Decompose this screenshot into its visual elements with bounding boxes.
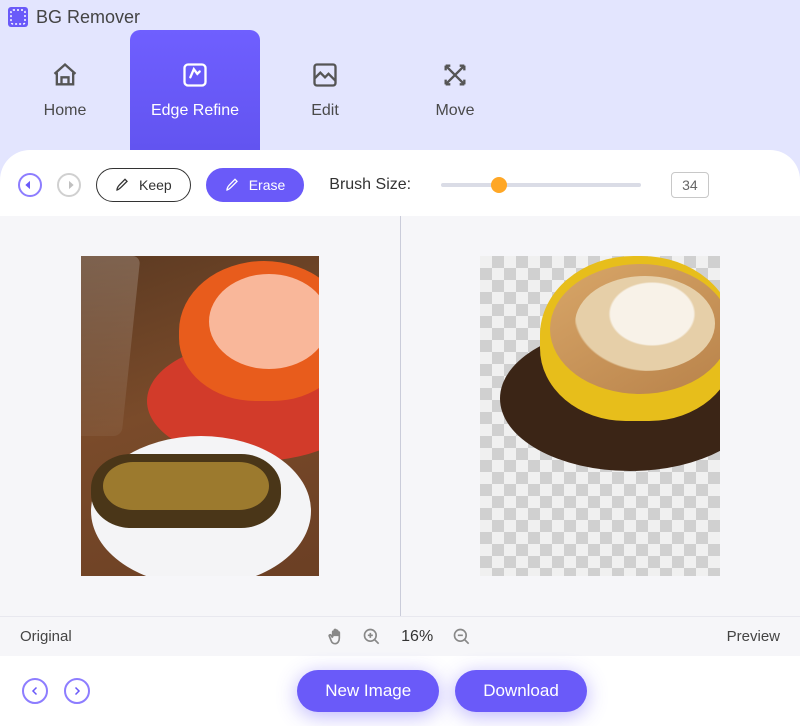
hand-tool-icon[interactable]: [325, 626, 347, 648]
slider-thumb[interactable]: [491, 177, 507, 193]
tab-label: Home: [44, 102, 87, 120]
main-tabs: Home Edge Refine Edit Move: [0, 30, 800, 150]
nav-next-button[interactable]: [64, 678, 90, 704]
original-panel[interactable]: [0, 216, 401, 616]
footer-bar: New Image Download: [0, 656, 800, 726]
image-panels: [0, 216, 800, 616]
viewer-status-bar: Original 16% Preview: [0, 616, 800, 656]
zoom-level: 16%: [401, 628, 433, 646]
move-icon: [440, 60, 470, 90]
keep-button[interactable]: Keep: [96, 168, 191, 202]
brush-keep-icon: [115, 176, 131, 195]
app-title: BG Remover: [36, 7, 140, 28]
redo-button[interactable]: [57, 173, 81, 197]
tab-edge-refine[interactable]: Edge Refine: [130, 30, 260, 150]
home-icon: [50, 60, 80, 90]
title-bar: BG Remover: [0, 0, 800, 30]
preview-label: Preview: [727, 628, 780, 645]
original-label: Original: [20, 628, 72, 645]
new-image-button[interactable]: New Image: [297, 670, 439, 712]
zoom-out-icon[interactable]: [451, 626, 473, 648]
erase-button[interactable]: Erase: [206, 168, 305, 202]
tab-move[interactable]: Move: [390, 30, 520, 150]
tab-label: Move: [435, 102, 474, 120]
brush-erase-icon: [225, 176, 241, 195]
brush-size-slider[interactable]: [441, 183, 641, 187]
tab-home[interactable]: Home: [0, 30, 130, 150]
undo-button[interactable]: [18, 173, 42, 197]
zoom-in-icon[interactable]: [361, 626, 383, 648]
edit-icon: [310, 60, 340, 90]
edge-refine-icon: [180, 60, 210, 90]
brush-size-label: Brush Size:: [329, 176, 411, 194]
nav-prev-button[interactable]: [22, 678, 48, 704]
tab-label: Edit: [311, 102, 339, 120]
app-logo-icon: [8, 7, 28, 27]
download-button[interactable]: Download: [455, 670, 587, 712]
erase-label: Erase: [249, 177, 286, 193]
keep-label: Keep: [139, 177, 172, 193]
preview-image: [480, 256, 720, 576]
tab-edit[interactable]: Edit: [260, 30, 390, 150]
tab-label: Edge Refine: [151, 102, 239, 120]
original-image: [81, 256, 319, 576]
preview-panel[interactable]: [401, 216, 800, 616]
brush-size-value: 34: [671, 172, 709, 198]
edge-toolbar: Keep Erase Brush Size: 34: [0, 150, 800, 216]
